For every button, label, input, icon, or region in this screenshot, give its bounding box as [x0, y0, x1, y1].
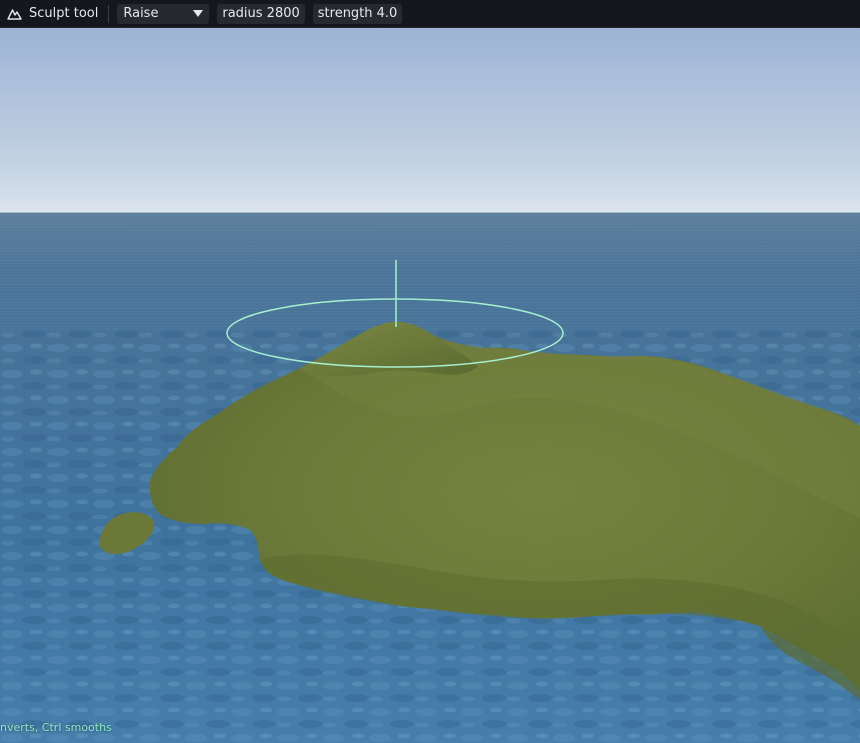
radius-field[interactable]: radius 2800: [217, 3, 305, 24]
toolbar: Sculpt tool Raise radius 2800 strength 4…: [0, 0, 860, 28]
sky: [0, 28, 860, 212]
mode-select-value: Raise: [123, 6, 159, 21]
toolbar-divider: [108, 4, 110, 23]
mode-select[interactable]: Raise: [117, 3, 210, 24]
status-hint: nverts, Ctrl smooths: [0, 721, 112, 734]
ocean-far-waves: [0, 212, 860, 332]
scene-canvas: [0, 28, 860, 743]
tool-title-label: Sculpt tool: [29, 6, 99, 21]
sculpt-app: Sculpt tool Raise radius 2800 strength 4…: [0, 0, 860, 743]
tool-title: Sculpt tool: [0, 0, 98, 28]
strength-field[interactable]: strength 4.0: [312, 3, 403, 24]
chevron-down-icon: [193, 9, 204, 17]
mountain-icon: [7, 9, 22, 20]
terrain-viewport[interactable]: [0, 28, 860, 743]
